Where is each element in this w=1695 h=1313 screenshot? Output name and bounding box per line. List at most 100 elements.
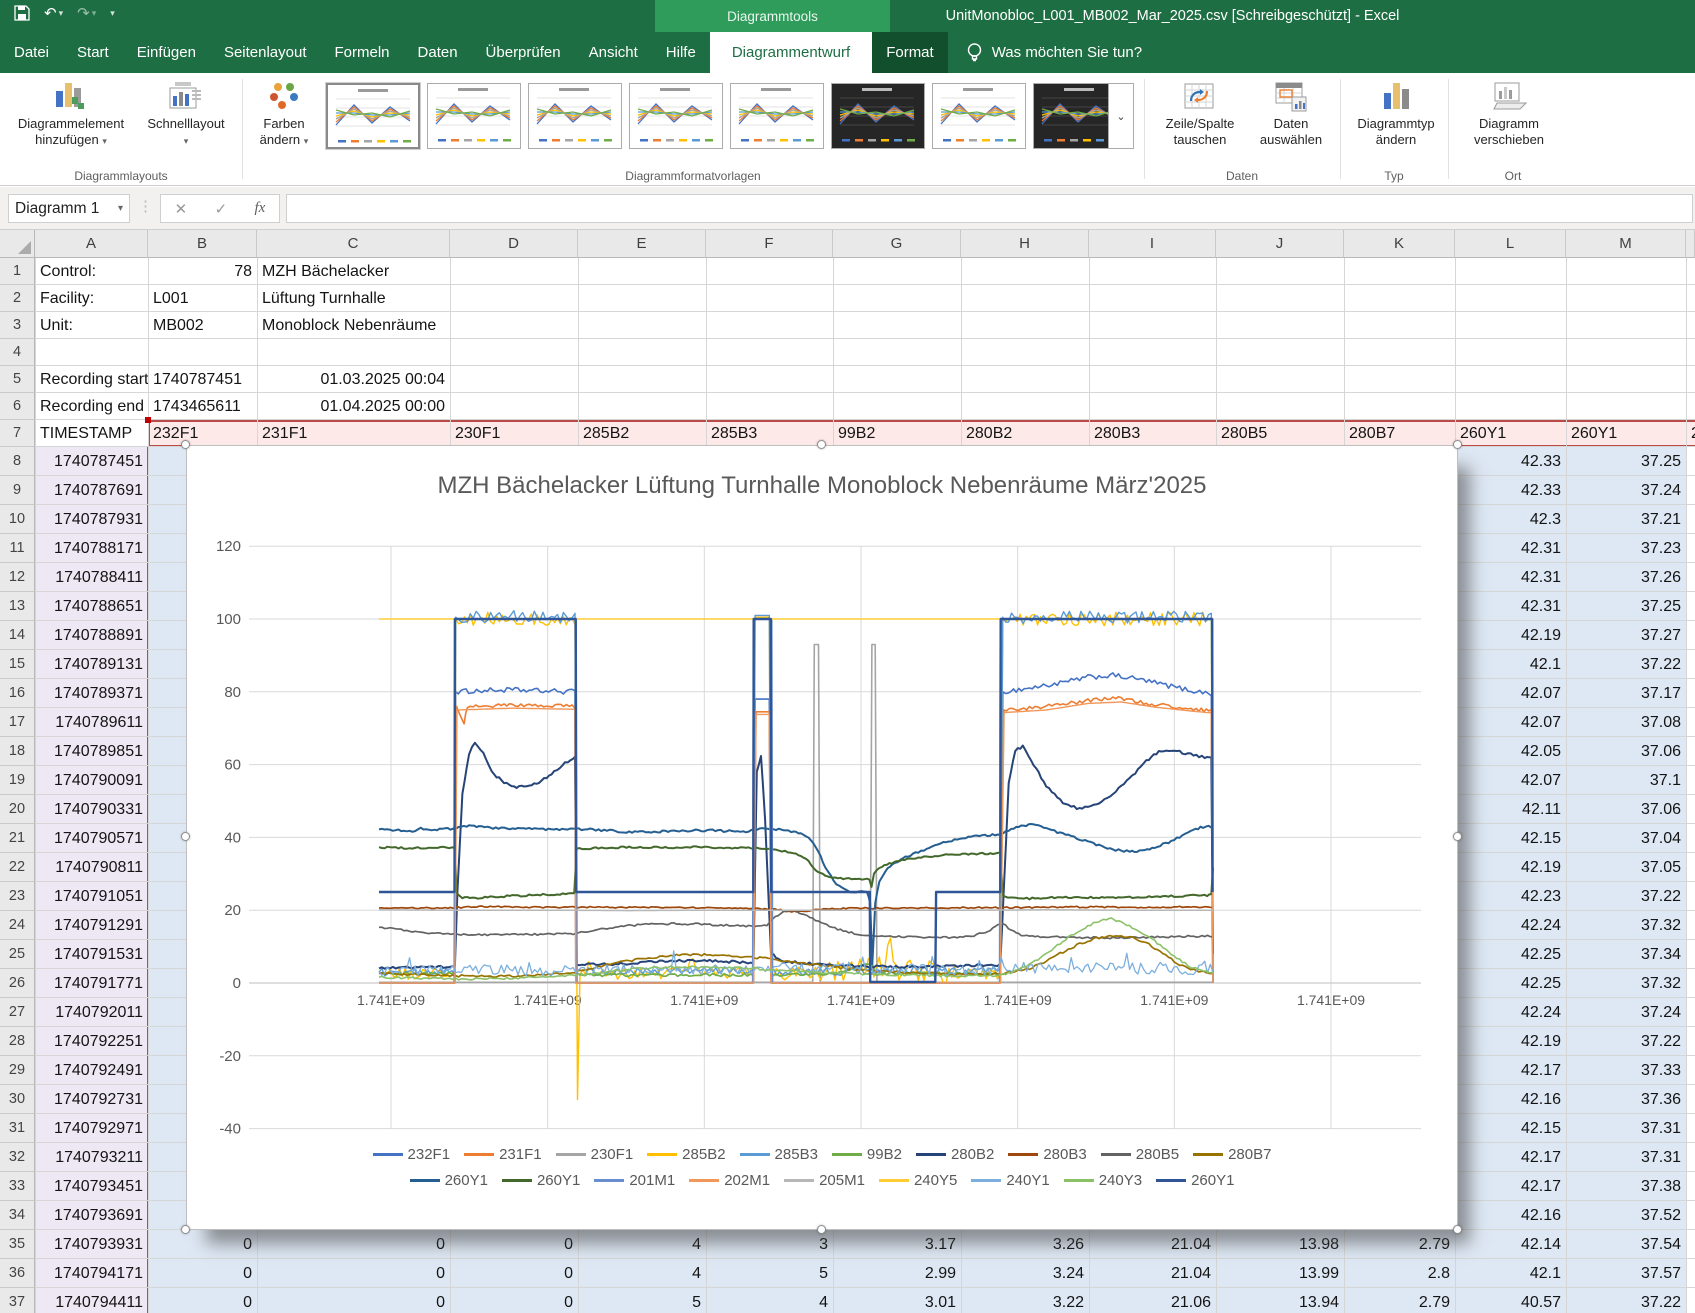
- series-line-280B5[interactable]: [379, 910, 1213, 938]
- tab-formeln[interactable]: Formeln: [321, 32, 404, 73]
- series-line-231F1[interactable]: [379, 697, 1213, 983]
- tab-diagrammentwurf[interactable]: Diagrammentwurf: [710, 32, 872, 73]
- row-header-2[interactable]: 2: [0, 285, 35, 312]
- cell-N7[interactable]: 2: [1686, 420, 1695, 447]
- cell-H36[interactable]: 3.24: [961, 1259, 1089, 1288]
- cell-H7[interactable]: 280B2: [961, 420, 1089, 447]
- cell-M13[interactable]: 37.25: [1566, 592, 1686, 621]
- cell-H35[interactable]: 3.26: [961, 1230, 1089, 1259]
- cell-L36[interactable]: 42.1: [1455, 1259, 1566, 1288]
- cell-M25[interactable]: 37.34: [1566, 940, 1686, 969]
- legend-item-280B5[interactable]: 280B5: [1101, 1146, 1179, 1163]
- series-line-205M1[interactable]: [379, 910, 1213, 911]
- cell-L20[interactable]: 42.11: [1455, 795, 1566, 824]
- row-header-1[interactable]: 1: [0, 258, 35, 285]
- series-line-285B3[interactable]: [379, 611, 1213, 976]
- cell-D35[interactable]: 0: [450, 1230, 578, 1259]
- cell-M28[interactable]: 37.22: [1566, 1027, 1686, 1056]
- cell-M20[interactable]: 37.06: [1566, 795, 1686, 824]
- row-header-20[interactable]: 20: [0, 795, 35, 824]
- cell-L33[interactable]: 42.17: [1455, 1172, 1566, 1201]
- cell-A29[interactable]: 1740792491: [35, 1056, 148, 1085]
- chart-resize-handle-8[interactable]: [1453, 1225, 1462, 1234]
- cell-A26[interactable]: 1740791771: [35, 969, 148, 998]
- legend-item-202M1[interactable]: 202M1: [689, 1172, 770, 1189]
- cell-A17[interactable]: 1740789611: [35, 708, 148, 737]
- row-header-35[interactable]: 35: [0, 1230, 35, 1259]
- cell-L12[interactable]: 42.31: [1455, 563, 1566, 592]
- cell-D37[interactable]: 0: [450, 1288, 578, 1313]
- cell-M37[interactable]: 37.22: [1566, 1288, 1686, 1313]
- cell-A33[interactable]: 1740793451: [35, 1172, 148, 1201]
- row-header-27[interactable]: 27: [0, 998, 35, 1027]
- cell-I7[interactable]: 280B3: [1089, 420, 1216, 447]
- cell-A6[interactable]: Recording end: [35, 393, 148, 420]
- row-header-28[interactable]: 28: [0, 1027, 35, 1056]
- cell-M14[interactable]: 37.27: [1566, 621, 1686, 650]
- enter-icon[interactable]: ✓: [215, 200, 228, 218]
- cell-A10[interactable]: 1740787931: [35, 505, 148, 534]
- row-header-23[interactable]: 23: [0, 882, 35, 911]
- cell-A35[interactable]: 1740793931: [35, 1230, 148, 1259]
- undo-icon[interactable]: ↶▾: [44, 4, 63, 22]
- cell-L25[interactable]: 42.25: [1455, 940, 1566, 969]
- cell-L19[interactable]: 42.07: [1455, 766, 1566, 795]
- tell-me-search[interactable]: Was möchten Sie tun?: [966, 32, 1142, 73]
- series-line-230F1[interactable]: [379, 645, 1213, 983]
- row-header-13[interactable]: 13: [0, 592, 35, 621]
- name-box-dropdown-icon[interactable]: ▾: [118, 203, 123, 214]
- cell-B2[interactable]: L001: [148, 285, 257, 312]
- cell-C1[interactable]: MZH Bächelacker: [257, 258, 450, 285]
- column-header-K[interactable]: K: [1344, 230, 1455, 258]
- cell-L8[interactable]: 42.33: [1455, 447, 1566, 476]
- column-header-I[interactable]: I: [1089, 230, 1216, 258]
- cell-J36[interactable]: 13.99: [1216, 1259, 1344, 1288]
- row-header-12[interactable]: 12: [0, 563, 35, 592]
- cell-C7[interactable]: 231F1: [257, 420, 450, 447]
- column-header-B[interactable]: B: [148, 230, 257, 258]
- cell-B36[interactable]: 0: [148, 1259, 257, 1288]
- row-header-21[interactable]: 21: [0, 824, 35, 853]
- cell-M15[interactable]: 37.22: [1566, 650, 1686, 679]
- cell-F37[interactable]: 4: [706, 1288, 833, 1313]
- cell-L37[interactable]: 40.57: [1455, 1288, 1566, 1313]
- row-header-25[interactable]: 25: [0, 940, 35, 969]
- cell-B7[interactable]: 232F1: [148, 420, 257, 447]
- column-header-J[interactable]: J: [1216, 230, 1344, 258]
- cell-L21[interactable]: 42.15: [1455, 824, 1566, 853]
- row-header-36[interactable]: 36: [0, 1259, 35, 1288]
- cell-B35[interactable]: 0: [148, 1230, 257, 1259]
- cell-C5[interactable]: 01.03.2025 00:04: [257, 366, 450, 393]
- cell-M34[interactable]: 37.52: [1566, 1201, 1686, 1230]
- cell-C35[interactable]: 0: [257, 1230, 450, 1259]
- cell-L9[interactable]: 42.33: [1455, 476, 1566, 505]
- cancel-icon[interactable]: ✕: [175, 200, 188, 218]
- cell-L14[interactable]: 42.19: [1455, 621, 1566, 650]
- cell-G7[interactable]: 99B2: [833, 420, 961, 447]
- cell-A31[interactable]: 1740792971: [35, 1114, 148, 1143]
- chart-object[interactable]: MZH Bächelacker Lüftung Turnhalle Monobl…: [186, 445, 1458, 1230]
- cell-M26[interactable]: 37.32: [1566, 969, 1686, 998]
- cell-G36[interactable]: 2.99: [833, 1259, 961, 1288]
- column-header-A[interactable]: A: [35, 230, 148, 258]
- row-header-6[interactable]: 6: [0, 393, 35, 420]
- row-header-24[interactable]: 24: [0, 911, 35, 940]
- legend-item-240Y5[interactable]: 240Y5: [879, 1172, 957, 1189]
- row-header-4[interactable]: 4: [0, 339, 35, 366]
- chart-legend[interactable]: 232F1231F1230F1285B2285B399B2280B2280B32…: [187, 1146, 1457, 1189]
- cell-L11[interactable]: 42.31: [1455, 534, 1566, 563]
- cell-C37[interactable]: 0: [257, 1288, 450, 1313]
- cell-A23[interactable]: 1740791051: [35, 882, 148, 911]
- column-header-H[interactable]: H: [961, 230, 1089, 258]
- row-header-5[interactable]: 5: [0, 366, 35, 393]
- cell-M31[interactable]: 37.31: [1566, 1114, 1686, 1143]
- cell-L23[interactable]: 42.23: [1455, 882, 1566, 911]
- cell-L29[interactable]: 42.17: [1455, 1056, 1566, 1085]
- cell-M30[interactable]: 37.36: [1566, 1085, 1686, 1114]
- chart-resize-handle-4[interactable]: [181, 832, 190, 841]
- row-header-26[interactable]: 26: [0, 969, 35, 998]
- legend-item-285B2[interactable]: 285B2: [647, 1146, 725, 1163]
- row-header-10[interactable]: 10: [0, 505, 35, 534]
- cell-A30[interactable]: 1740792731: [35, 1085, 148, 1114]
- legend-item-280B7[interactable]: 280B7: [1193, 1146, 1271, 1163]
